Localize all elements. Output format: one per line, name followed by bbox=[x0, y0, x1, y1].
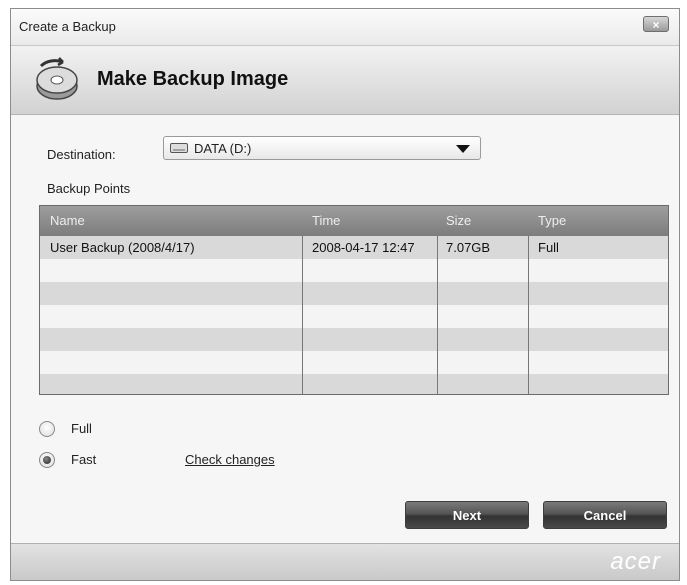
empty-table-row bbox=[40, 305, 668, 328]
table-row[interactable]: User Backup (2008/4/17) 2008-04-17 12:47… bbox=[40, 236, 668, 259]
destination-dropdown[interactable]: DATA (D:) bbox=[163, 136, 481, 160]
row-time-cell: 2008-04-17 12:47 bbox=[312, 240, 415, 255]
column-header-size[interactable]: Size bbox=[446, 206, 471, 236]
column-header-name[interactable]: Name bbox=[50, 206, 85, 236]
full-radio-label[interactable]: Full bbox=[71, 421, 92, 436]
destination-label: Destination: bbox=[47, 147, 116, 162]
footer-bar: acer bbox=[11, 543, 679, 580]
row-type-cell: Full bbox=[538, 240, 559, 255]
empty-table-row bbox=[40, 282, 668, 305]
page-title: Make Backup Image bbox=[97, 68, 289, 90]
check-changes-link[interactable]: Check changes bbox=[185, 452, 275, 467]
close-button[interactable]: × bbox=[643, 16, 669, 32]
empty-table-row bbox=[40, 374, 668, 394]
header-banner: Make Backup Image bbox=[11, 46, 679, 115]
column-divider bbox=[437, 236, 438, 394]
column-header-type[interactable]: Type bbox=[538, 206, 566, 236]
row-name-cell: User Backup (2008/4/17) bbox=[50, 240, 195, 255]
empty-table-row bbox=[40, 328, 668, 351]
next-button[interactable]: Next bbox=[405, 501, 529, 529]
drive-icon bbox=[170, 143, 188, 153]
full-radio[interactable] bbox=[39, 421, 55, 437]
cancel-button[interactable]: Cancel bbox=[543, 501, 667, 529]
backup-points-table: Name Time Size Type User Backup (2008/4/… bbox=[39, 205, 669, 395]
backup-points-label: Backup Points bbox=[47, 181, 131, 196]
empty-table-row bbox=[40, 259, 668, 282]
destination-value: DATA (D:) bbox=[194, 141, 252, 156]
window-title: Create a Backup bbox=[19, 19, 116, 34]
column-divider bbox=[528, 236, 529, 394]
acer-logo: acer bbox=[610, 548, 661, 575]
fast-radio[interactable] bbox=[39, 452, 55, 468]
column-header-time[interactable]: Time bbox=[312, 206, 340, 236]
empty-table-row bbox=[40, 351, 668, 374]
table-header: Name Time Size Type bbox=[40, 206, 668, 236]
title-bar: Create a Backup × bbox=[11, 9, 679, 46]
column-divider bbox=[302, 236, 303, 394]
row-size-cell: 7.07GB bbox=[446, 240, 491, 255]
create-backup-window: Create a Backup × Make Backup Image Dest… bbox=[10, 8, 680, 581]
backup-disk-icon bbox=[36, 57, 78, 100]
chevron-down-icon[interactable] bbox=[456, 145, 470, 153]
radio-selected-dot bbox=[43, 456, 51, 464]
fast-radio-label[interactable]: Fast bbox=[71, 452, 96, 467]
